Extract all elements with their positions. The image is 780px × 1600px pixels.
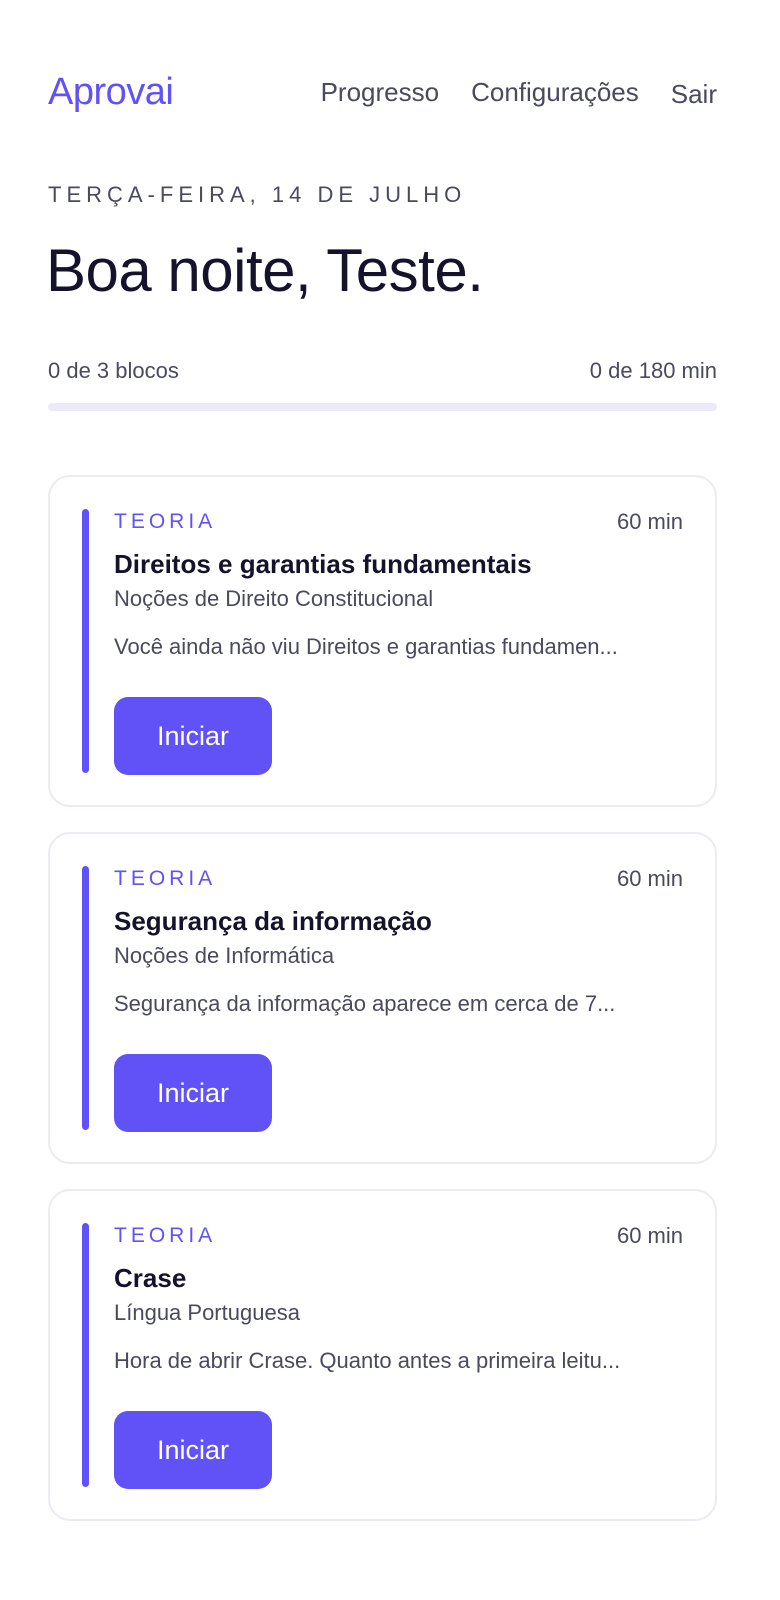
card-header-row: TEORIA 60 min xyxy=(114,509,683,535)
card-content: TEORIA 60 min Segurança da informação No… xyxy=(114,866,683,1017)
progress-bar xyxy=(48,403,717,411)
card-accent-bar xyxy=(82,866,89,1130)
block-subject: Língua Portuguesa xyxy=(114,1300,300,1325)
progress-summary: 0 de 3 blocos 0 de 180 min xyxy=(48,358,717,384)
block-title: Direitos e garantias fundamentais xyxy=(114,549,532,579)
block-title: Crase xyxy=(114,1263,187,1293)
card-content: TEORIA 60 min Crase Língua Portuguesa Ho… xyxy=(114,1223,683,1374)
nav-link-sair[interactable]: Sair xyxy=(671,79,717,110)
card-header-row: TEORIA 60 min xyxy=(114,1223,683,1249)
block-description: Você ainda não viu Direitos e garantias … xyxy=(114,634,618,659)
nav-link-configuracoes[interactable]: Configurações xyxy=(471,77,639,108)
study-block-card: TEORIA 60 min Crase Língua Portuguesa Ho… xyxy=(48,1189,717,1521)
nav-link-progresso[interactable]: Progresso xyxy=(321,77,440,108)
card-content: TEORIA 60 min Direitos e garantias funda… xyxy=(114,509,683,660)
page-greeting: Boa noite, Teste. xyxy=(46,237,484,304)
block-type-label: TEORIA xyxy=(114,867,217,890)
start-block-button[interactable]: Iniciar xyxy=(114,1054,272,1132)
start-block-button[interactable]: Iniciar xyxy=(114,697,272,775)
minutes-progress-text: 0 de 180 min xyxy=(589,358,717,383)
block-type-label: TEORIA xyxy=(114,1224,217,1247)
nav-links: Progresso Configurações Sair xyxy=(321,75,717,110)
top-navigation: Aprovai Progresso Configurações Sair xyxy=(48,64,717,120)
block-subject: Noções de Informática xyxy=(114,943,335,968)
block-duration: 60 min xyxy=(616,509,683,534)
study-block-card: TEORIA 60 min Segurança da informação No… xyxy=(48,832,717,1164)
date-label: TERÇA-FEIRA, 14 DE JULHO xyxy=(48,182,467,207)
block-description: Hora de abrir Crase. Quanto antes a prim… xyxy=(114,1348,621,1373)
blocks-progress-text: 0 de 3 blocos xyxy=(48,358,179,383)
brand-logo[interactable]: Aprovai xyxy=(48,71,174,114)
block-type-label: TEORIA xyxy=(114,510,217,533)
card-accent-bar xyxy=(82,509,89,773)
block-subject: Noções de Direito Constitucional xyxy=(114,586,434,611)
study-block-card: TEORIA 60 min Direitos e garantias funda… xyxy=(48,475,717,807)
block-description: Segurança da informação aparece em cerca… xyxy=(114,991,616,1016)
block-title: Segurança da informação xyxy=(114,906,432,936)
block-duration: 60 min xyxy=(616,866,683,891)
card-header-row: TEORIA 60 min xyxy=(114,866,683,892)
start-block-button[interactable]: Iniciar xyxy=(114,1411,272,1489)
card-accent-bar xyxy=(82,1223,89,1487)
block-duration: 60 min xyxy=(616,1223,683,1248)
